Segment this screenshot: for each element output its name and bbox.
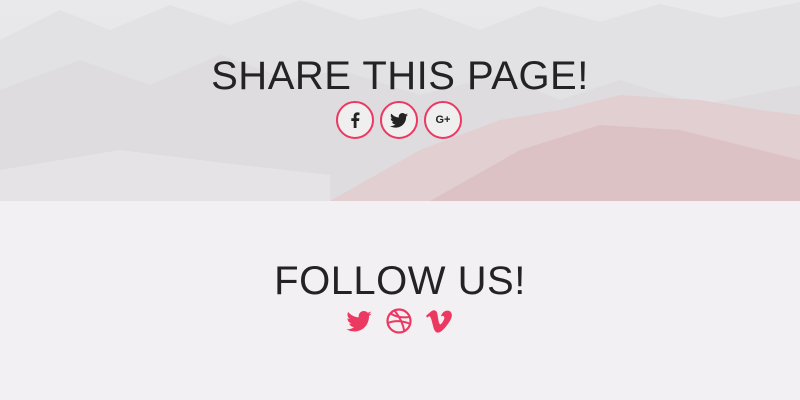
share-title: SHARE THIS PAGE! bbox=[211, 54, 589, 98]
google-plus-icon: G+ bbox=[435, 113, 451, 126]
share-buttons: G+ bbox=[0, 101, 800, 139]
follow-title: FOLLOW US! bbox=[274, 259, 526, 303]
dribbble-icon bbox=[385, 308, 412, 334]
follow-vimeo-link[interactable] bbox=[425, 307, 453, 335]
share-google-plus-button[interactable]: G+ bbox=[424, 101, 462, 139]
follow-icons bbox=[0, 307, 800, 335]
follow-twitter-link[interactable] bbox=[345, 307, 373, 335]
twitter-icon bbox=[390, 112, 408, 128]
share-twitter-button[interactable] bbox=[380, 101, 418, 139]
twitter-icon bbox=[345, 310, 372, 331]
facebook-icon bbox=[351, 112, 360, 128]
share-facebook-button[interactable] bbox=[336, 101, 374, 139]
follow-section: FOLLOW US! bbox=[0, 201, 800, 400]
follow-dribbble-link[interactable] bbox=[385, 307, 413, 335]
vimeo-icon bbox=[425, 309, 452, 333]
share-section: SHARE THIS PAGE! G+ bbox=[0, 0, 800, 201]
